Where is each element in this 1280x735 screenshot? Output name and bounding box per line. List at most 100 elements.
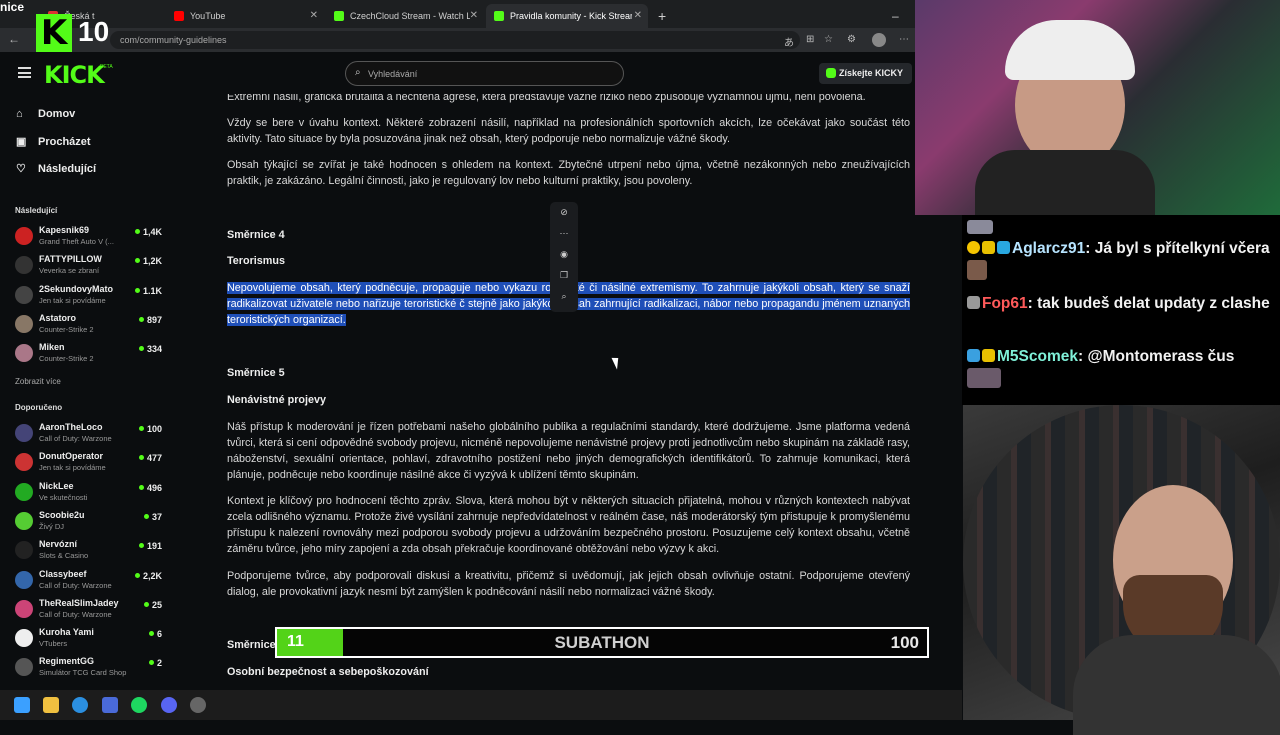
show-more-link[interactable]: Zobrazit více bbox=[15, 377, 61, 386]
subathon-goal: 100 bbox=[890, 633, 919, 652]
get-kicky-button[interactable]: Získejte KICKY bbox=[819, 63, 912, 84]
browser-tab[interactable]: CzechCloud Stream - Watch Live o ✕ bbox=[326, 4, 484, 28]
paragraph: Podporujeme tvůrce, aby podporovali disk… bbox=[227, 570, 910, 598]
kick-logo[interactable]: KICK bbox=[44, 61, 105, 89]
kick-k-icon: K bbox=[36, 14, 72, 52]
channel-item[interactable]: Nervózní Slots & Casino 191 bbox=[15, 538, 165, 564]
cap bbox=[1005, 20, 1135, 80]
avatar bbox=[15, 453, 33, 472]
channel-category: Jen tak si povídáme bbox=[39, 463, 106, 473]
app-icon[interactable] bbox=[190, 697, 206, 713]
paragraph: Kontext je klíčový pro hodnocení těchto … bbox=[227, 495, 910, 555]
kick-header: KICK BETA ⌕ Vyhledávání Získejte KICKY bbox=[0, 52, 915, 94]
kicky-icon bbox=[826, 68, 836, 78]
channel-category: Slots & Casino bbox=[39, 551, 89, 561]
nav-home[interactable]: ⌂ Domov bbox=[16, 108, 75, 120]
viewer-count: 477 bbox=[139, 453, 162, 463]
minimize-button[interactable]: – bbox=[884, 4, 904, 28]
paragraph: Obsah týkající se zvířat je také hodnoce… bbox=[227, 159, 910, 187]
channel-category: Simulátor TCG Card Shop bbox=[39, 668, 127, 678]
channel-item[interactable]: Astatoro Counter-Strike 2 897 bbox=[15, 312, 165, 338]
chat-text: @Montomerass čus bbox=[1087, 348, 1235, 365]
channel-name: NickLee bbox=[39, 480, 74, 491]
file-explorer-icon[interactable] bbox=[43, 697, 59, 713]
chat-message: Aglarcz91: Já byl s přítelkyní včera bbox=[967, 238, 1272, 283]
channel-item[interactable]: Classybeef Call of Duty: Warzone 2,2K bbox=[15, 568, 165, 594]
channel-item[interactable]: Kuroha Yami VTubers 6 bbox=[15, 626, 165, 652]
windows-start-icon[interactable] bbox=[14, 697, 30, 713]
close-icon[interactable]: ✕ bbox=[470, 10, 478, 21]
channel-category: Grand Theft Auto V (... bbox=[39, 237, 114, 246]
emote-image bbox=[967, 368, 1001, 388]
channel-item[interactable]: RegimentGG Simulátor TCG Card Shop 2 bbox=[15, 655, 165, 681]
app-icon[interactable] bbox=[102, 697, 118, 713]
badge-icon bbox=[967, 241, 980, 254]
beta-label: BETA bbox=[100, 64, 113, 70]
channel-category: Živý DJ bbox=[39, 521, 64, 531]
star-icon[interactable]: ☆ bbox=[824, 34, 833, 45]
close-icon[interactable]: ✕ bbox=[634, 10, 642, 21]
home-icon: ⌂ bbox=[16, 108, 23, 120]
webcam-guest bbox=[963, 405, 1280, 735]
nav-label: Procházet bbox=[38, 135, 91, 148]
viewer-count: 1.1K bbox=[135, 286, 162, 296]
profile-avatar[interactable] bbox=[872, 33, 886, 47]
avatar bbox=[15, 227, 33, 245]
discord-icon[interactable] bbox=[161, 697, 177, 713]
avatar bbox=[15, 511, 33, 530]
guidelines-content: Extrémní násilí, grafická brutalita a ne… bbox=[170, 94, 915, 690]
close-icon[interactable]: ✕ bbox=[310, 10, 318, 21]
avatar bbox=[15, 570, 33, 589]
nav-browse[interactable]: ▣ Procházet bbox=[16, 135, 91, 149]
avatar bbox=[15, 482, 33, 501]
reader-icon[interactable]: ⊞ bbox=[806, 34, 814, 45]
channel-name: Nervózní bbox=[39, 539, 78, 550]
channel-item[interactable]: AaronTheLoco Call of Duty: Warzone 100 bbox=[15, 421, 165, 447]
guideline-title: Osobní bezpečnost a sebepoškozování bbox=[227, 666, 429, 678]
copy-icon[interactable]: ❐ bbox=[550, 265, 578, 286]
extensions-icon[interactable]: ⚙ bbox=[847, 34, 856, 45]
new-tab-button[interactable]: + bbox=[650, 4, 670, 28]
emote-image bbox=[967, 260, 987, 280]
channel-item[interactable]: TheRealSlimJadey Call of Duty: Warzone 25 bbox=[15, 597, 165, 623]
channel-item[interactable]: FATTYPILLOW Veverka se zbraní 1,2K bbox=[15, 253, 165, 279]
browser-tab-bar: Česká t YouTube ✕ CzechCloud Stream - Wa… bbox=[0, 0, 915, 28]
search-input[interactable]: ⌕ Vyhledávání bbox=[345, 61, 624, 86]
channel-item[interactable]: Miken Counter-Strike 2 334 bbox=[15, 341, 165, 367]
avatar bbox=[15, 599, 33, 618]
channel-item[interactable]: Kapesnik69 Grand Theft Auto V (... 1,4K bbox=[15, 224, 165, 250]
hide-icon[interactable]: ⊘ bbox=[550, 202, 578, 223]
channel-name: RegimentGG bbox=[39, 656, 95, 667]
chat-text: tak budeš delat updaty z clashe bbox=[1037, 295, 1270, 312]
channel-item[interactable]: Scoobie2u Živý DJ 37 bbox=[15, 509, 165, 535]
channel-item[interactable]: 2SekundovyMato Jen tak si povídáme 1.1K bbox=[15, 283, 165, 309]
copilot-icon[interactable]: ◉ bbox=[550, 244, 578, 265]
viewer-count: 6 bbox=[149, 629, 162, 639]
search-icon[interactable]: ⌕ bbox=[550, 286, 578, 307]
chat-username[interactable]: M5Scomek bbox=[997, 348, 1078, 365]
back-icon[interactable]: ← bbox=[8, 32, 20, 46]
channel-item[interactable]: NickLee Ve skutečnosti 496 bbox=[15, 480, 165, 506]
viewer-count: 25 bbox=[144, 600, 162, 610]
chat-colon: : bbox=[1085, 240, 1095, 257]
subathon-label: SUBATHON bbox=[554, 633, 650, 652]
browser-tab[interactable]: YouTube ✕ bbox=[166, 4, 324, 28]
spotify-icon[interactable] bbox=[131, 697, 147, 713]
avatar bbox=[15, 424, 33, 442]
badge-icon bbox=[982, 241, 995, 254]
url-field[interactable]: com/community-guidelines bbox=[110, 31, 800, 49]
channel-name: 2SekundovyMato bbox=[39, 283, 114, 294]
browser-tab-active[interactable]: Pravidla komunity - Kick Streamin ✕ bbox=[486, 4, 648, 28]
more-icon[interactable]: ⋯ bbox=[899, 34, 909, 45]
translate-icon[interactable]: あ bbox=[784, 34, 794, 49]
channel-name: FATTYPILLOW bbox=[39, 254, 102, 265]
following-heading: Následující bbox=[15, 206, 58, 215]
menu-icon[interactable] bbox=[18, 67, 31, 78]
more-icon[interactable]: ⋯ bbox=[550, 223, 578, 244]
nav-following[interactable]: ♡ Následující bbox=[16, 162, 96, 176]
chat-username[interactable]: Aglarcz91 bbox=[1012, 240, 1085, 257]
chat-username[interactable]: Fop61 bbox=[982, 295, 1028, 312]
channel-item[interactable]: DonutOperator Jen tak si povídáme 477 bbox=[15, 450, 165, 476]
channel-category: Ve skutečnosti bbox=[39, 492, 88, 502]
edge-browser-icon[interactable] bbox=[72, 697, 88, 713]
